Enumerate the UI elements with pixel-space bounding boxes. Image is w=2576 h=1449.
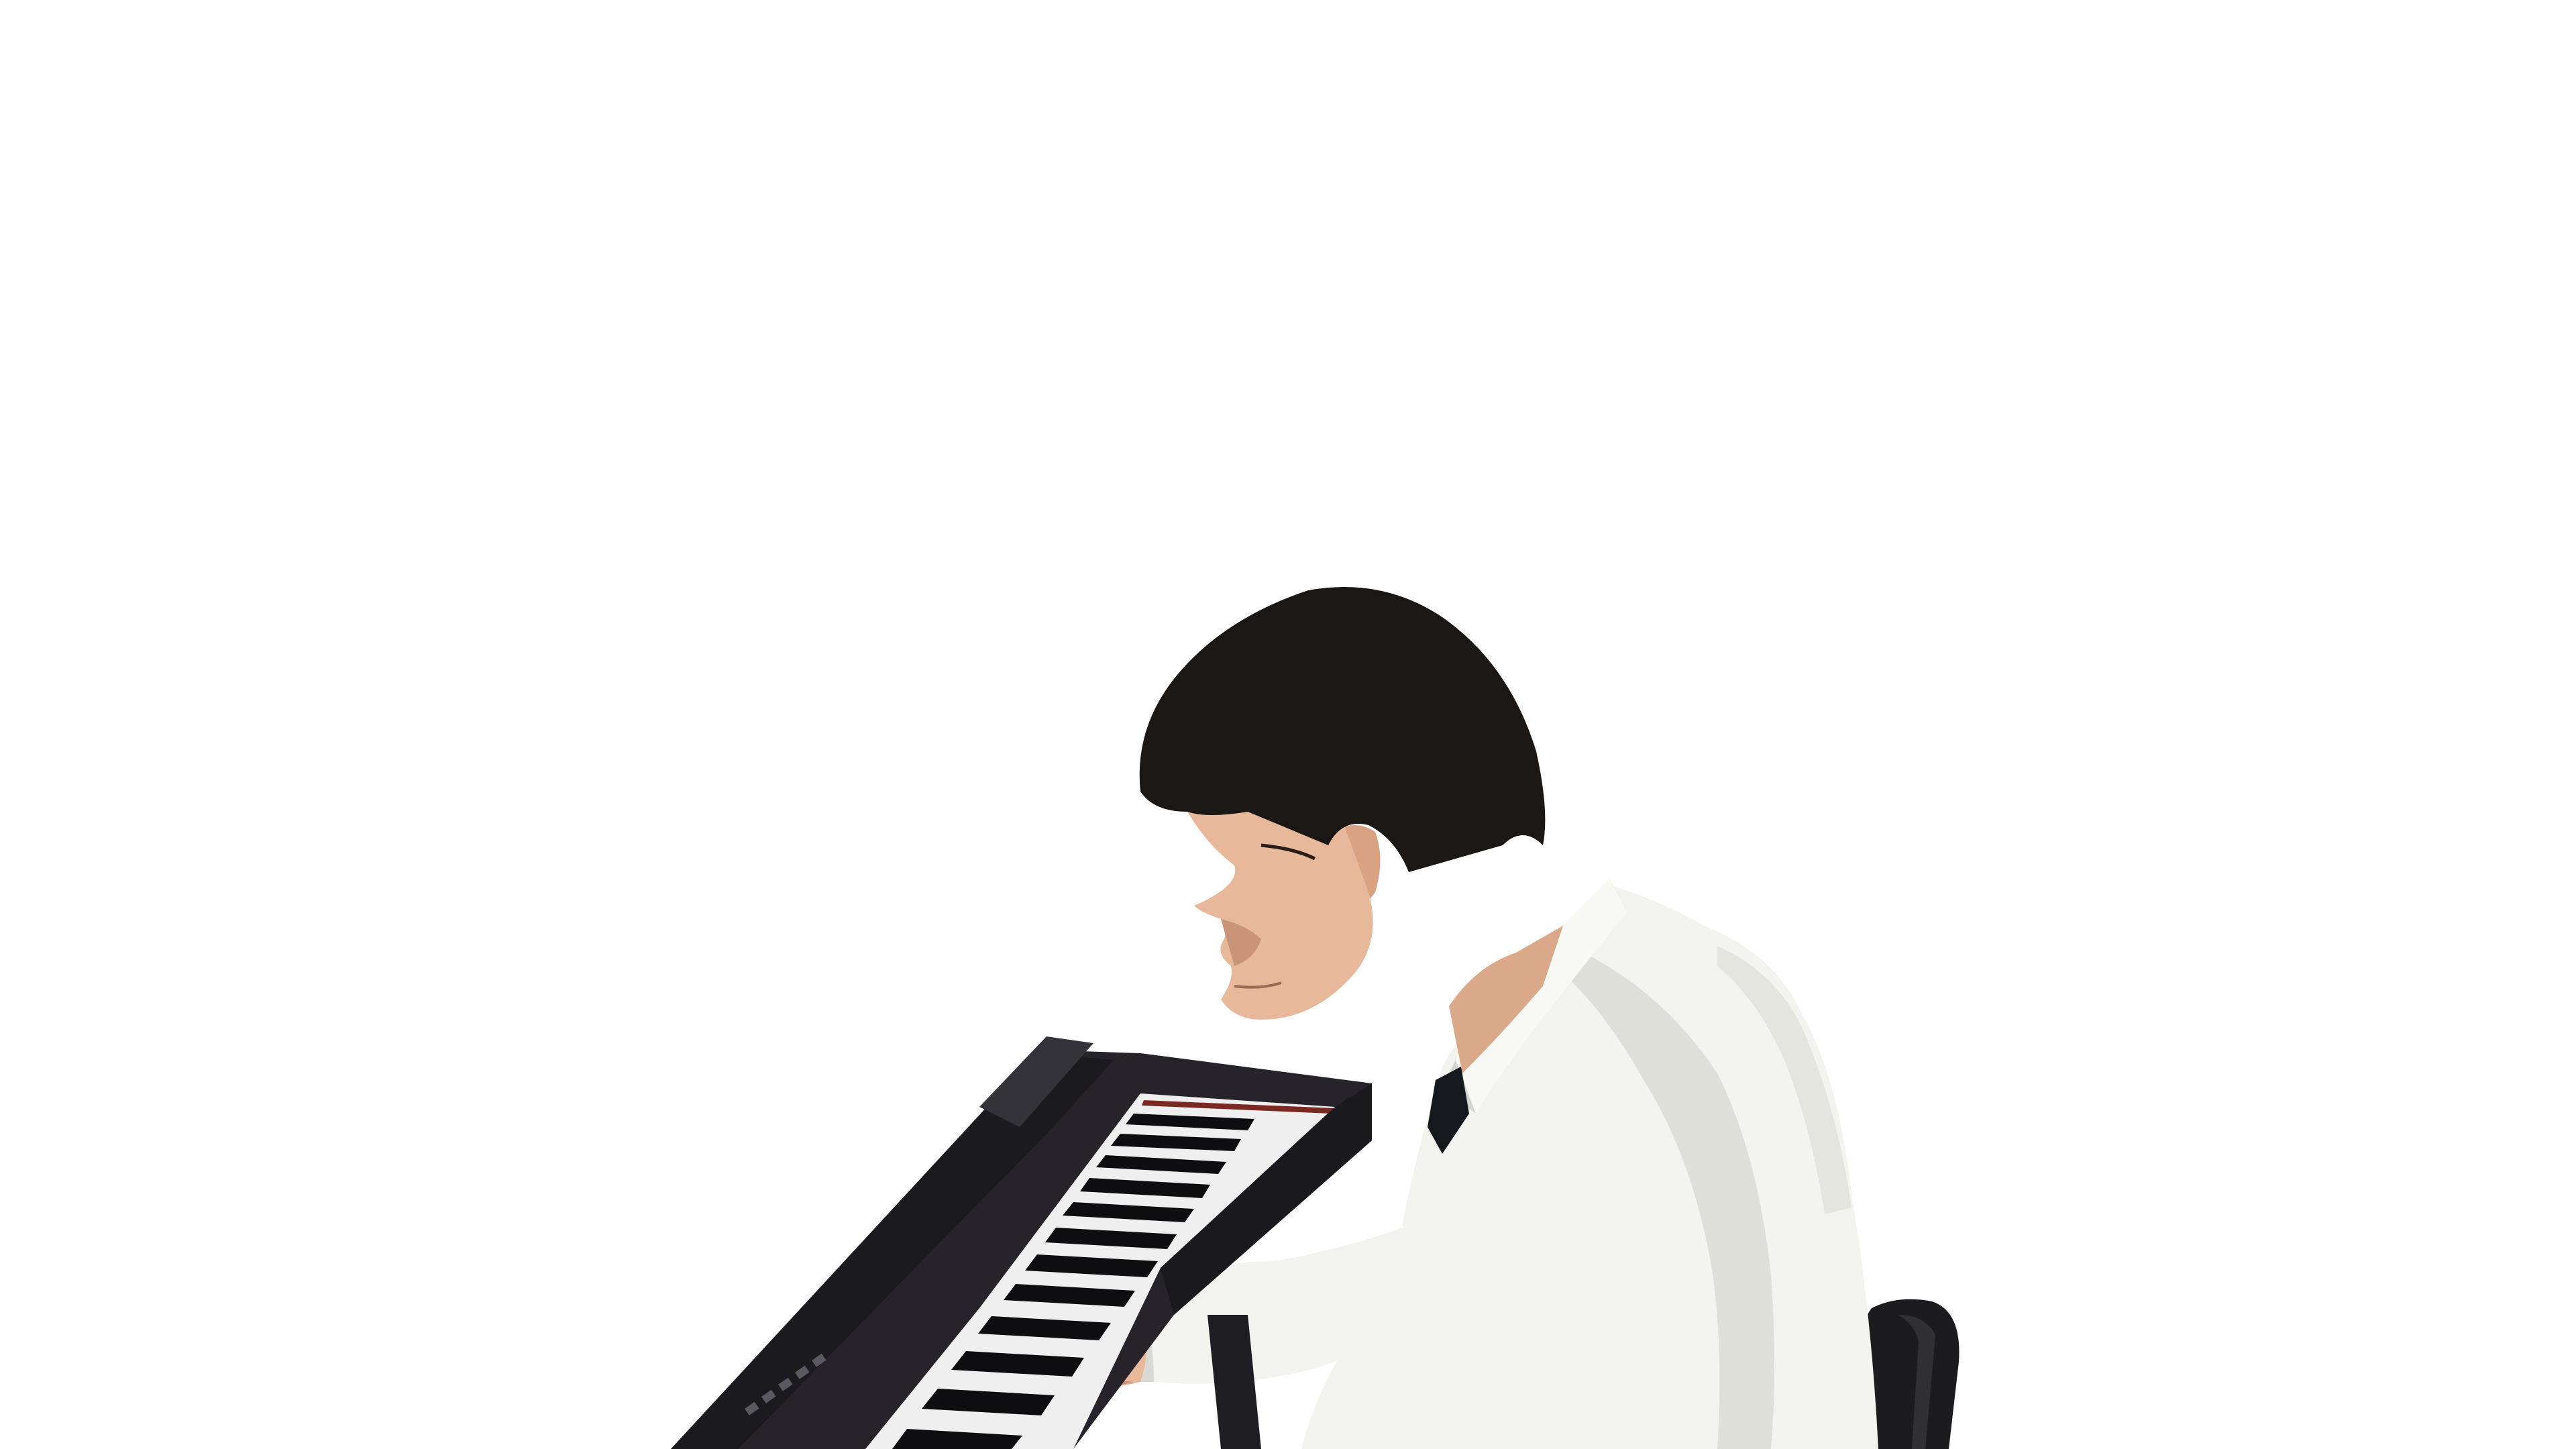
photo-scene — [0, 0, 2576, 1449]
photo-illustration — [0, 0, 2576, 1449]
